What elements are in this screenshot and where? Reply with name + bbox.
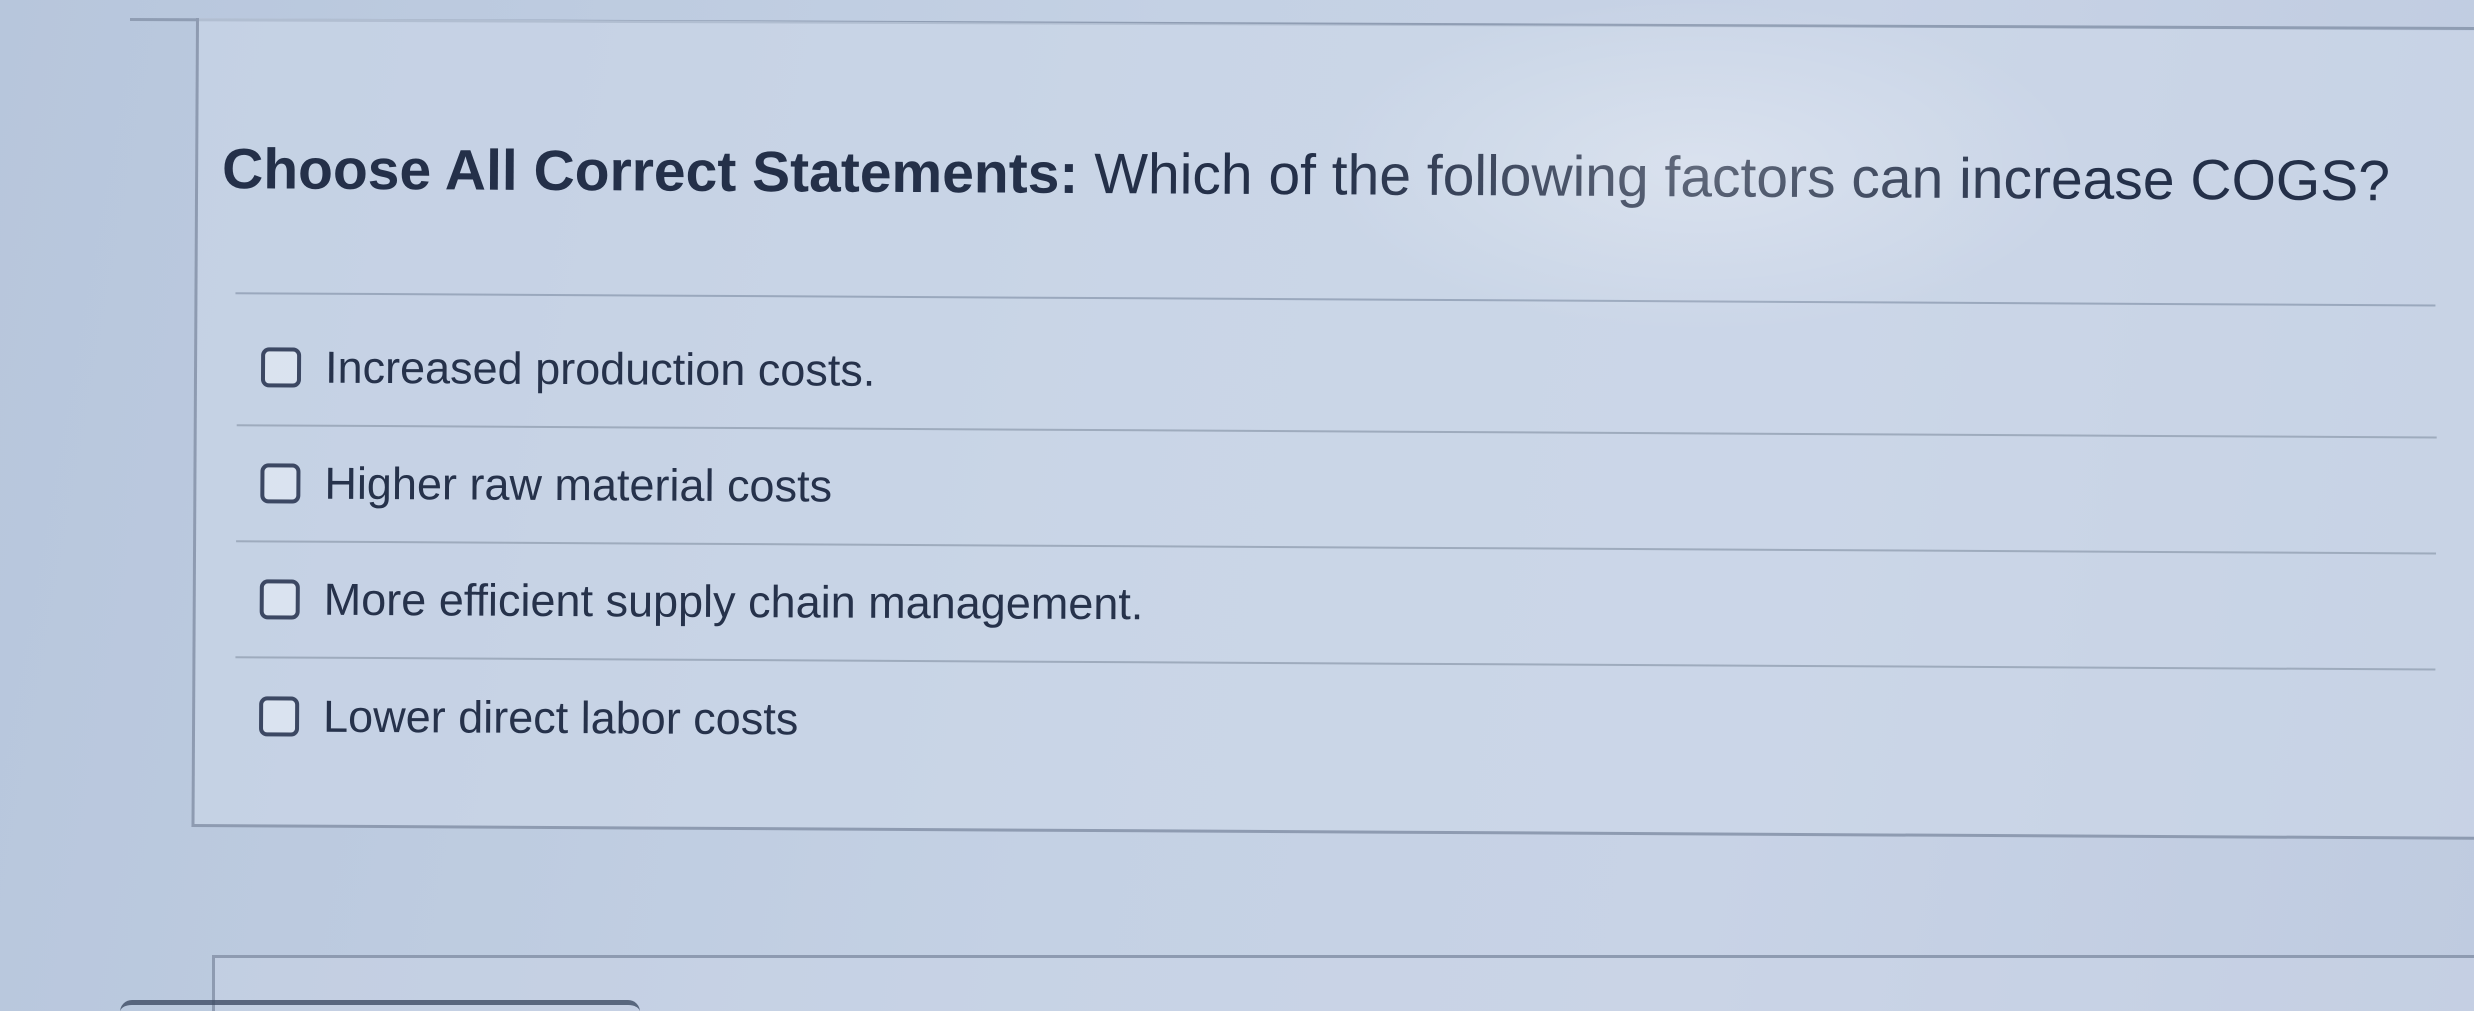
checkbox-icon[interactable]: [258, 696, 300, 737]
answer-option-label: Increased production costs.: [324, 341, 876, 396]
question-title: Choose All Correct Statements: Which of …: [222, 136, 2442, 214]
question-divider: [235, 292, 2436, 307]
checkbox-icon[interactable]: [259, 579, 300, 620]
answer-option-label: Higher raw material costs: [324, 457, 833, 512]
question-prefix: Choose All Correct Statements:: [221, 137, 1079, 206]
checkbox-icon[interactable]: [260, 463, 301, 504]
question-text: Which of the following factors can incre…: [1094, 142, 2391, 214]
answer-option-label: Lower direct labor costs: [322, 690, 799, 745]
checkbox-icon[interactable]: [260, 347, 302, 388]
quiz-screen: Choose All Correct Statements: Which of …: [0, 0, 2474, 1011]
answer-option-label: More efficient supply chain management.: [323, 573, 1144, 630]
next-question-heading-partial: [120, 1000, 640, 1011]
question-card: Choose All Correct Statements: Which of …: [191, 18, 2474, 840]
answer-option-increased-production-costs[interactable]: Increased production costs.: [236, 310, 2438, 439]
answer-option-higher-raw-material-costs[interactable]: Higher raw material costs: [236, 426, 2437, 555]
answer-option-lower-direct-labor-costs[interactable]: Lower direct labor costs: [235, 658, 2436, 786]
answer-options: Increased production costs. Higher raw m…: [235, 310, 2438, 786]
answer-option-more-efficient-supply-chain-management[interactable]: More efficient supply chain management.: [235, 542, 2437, 671]
